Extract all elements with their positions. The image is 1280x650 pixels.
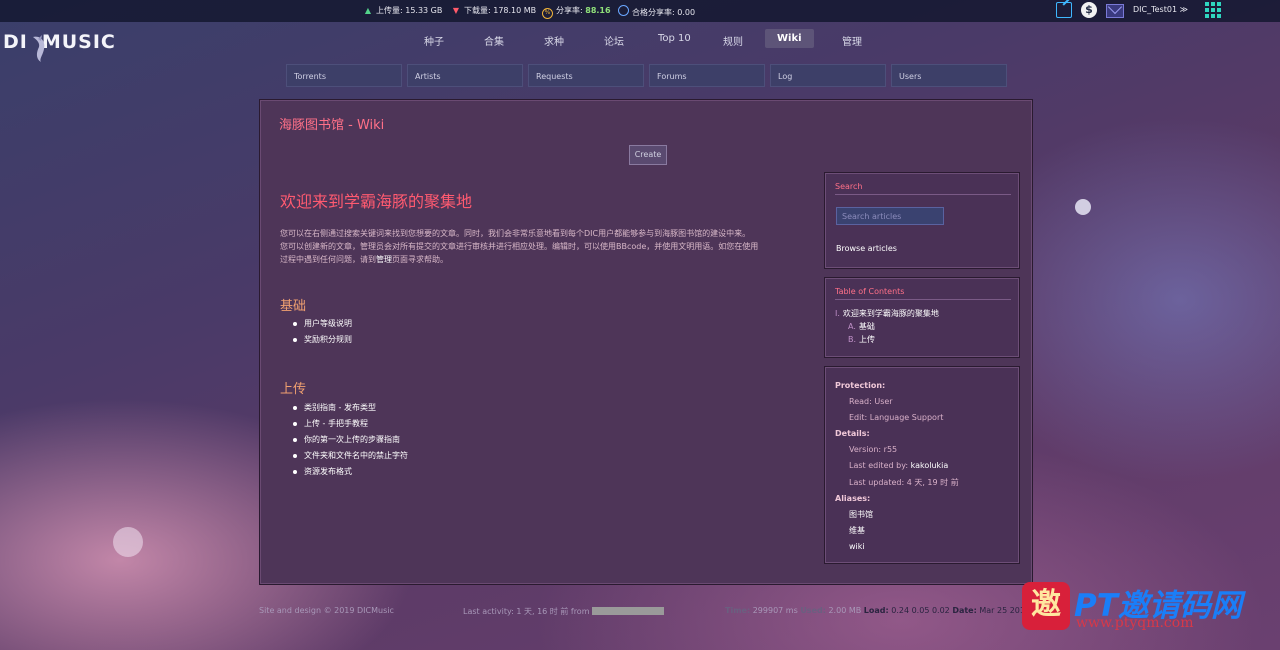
toc-link[interactable]: 基础 xyxy=(859,322,875,331)
ratio-stat: % 分享率: 88.16 xyxy=(542,5,611,19)
nav-collages[interactable]: 合集 xyxy=(484,33,504,48)
editor-user-link[interactable]: kakolukia xyxy=(911,461,949,470)
page-title: 海豚图书馆 - Wiki xyxy=(279,118,385,133)
section-heading-basics: 基础 xyxy=(280,299,307,314)
create-article-button[interactable]: Create xyxy=(629,145,667,165)
version-info: Version: r55 xyxy=(849,445,898,455)
aliases-label: Aliases: xyxy=(835,493,871,503)
article-meta: Protection: Read: User Edit: Language Su… xyxy=(835,378,959,555)
alias-item: 图书馆 xyxy=(849,509,873,519)
article-title: 欢迎来到学霸海豚的聚集地 xyxy=(280,192,473,211)
toc-title: Table of Contents xyxy=(835,287,1011,300)
nav-forums[interactable]: 论坛 xyxy=(604,33,624,48)
watermark-url: www.ptyqm.com xyxy=(1076,615,1194,631)
subnav-artists[interactable]: Artists xyxy=(407,64,523,87)
watermark-logo: 邀 PT邀请码网 www.ptyqm.com xyxy=(1022,580,1278,632)
required-ratio-icon xyxy=(618,5,629,16)
toc-box: Table of Contents I. 欢迎来到学霸海豚的聚集地 A. 基础 B.… xyxy=(824,277,1020,358)
footer-last-activity: Last activity: 1 天, 16 时 前 from xyxy=(463,606,665,617)
list-item[interactable]: 上传 - 手把手教程 xyxy=(293,416,408,432)
list-item[interactable]: 你的第一次上传的步骤指南 xyxy=(293,432,408,448)
decorative-orb xyxy=(1075,199,1091,215)
edit-permission: Edit: Language Support xyxy=(849,413,944,423)
nav-requests[interactable]: 求种 xyxy=(544,33,564,48)
site-logo[interactable]: DI MUSIC xyxy=(3,31,116,53)
toc-link[interactable]: 欢迎来到学霸海豚的聚集地 xyxy=(843,309,939,318)
details-label: Details: xyxy=(835,429,870,439)
download-arrow-icon: ▼ xyxy=(452,6,460,15)
user-menu[interactable]: DIC_Test01 ≫ xyxy=(1133,5,1188,14)
redacted-ip xyxy=(592,607,665,615)
watermark-badge: 邀 xyxy=(1022,582,1070,630)
search-box: Search Browse articles xyxy=(824,172,1020,269)
top-stats-bar: ▲ 上传量: 15.33 GB ▼ 下载量: 178.10 MB % 分享率: 88.… xyxy=(0,0,1280,22)
toc-item: B. 上传 xyxy=(848,335,876,344)
ratio-value: 88.16 xyxy=(585,6,611,15)
article-meta-box: Protection: Read: User Edit: Language Su… xyxy=(824,366,1020,564)
upload-arrow-icon: ▲ xyxy=(364,6,372,15)
last-edited-info: Last edited by: kakolukia xyxy=(849,461,949,471)
article-intro: 您可以在右侧通过搜索关键词来找到您想要的文章。同时，我们会非常乐意地看到每个DI… xyxy=(280,229,759,264)
wiki-panel: 海豚图书馆 - Wiki Create 欢迎来到学霸海豚的聚集地 您可以在右侧通… xyxy=(259,99,1033,585)
list-item[interactable]: 类别指南 - 发布类型 xyxy=(293,400,408,416)
ratio-icon: % xyxy=(542,8,553,19)
footer-copyright: Site and design © 2019 DICMusic xyxy=(259,606,394,615)
toc-list: I. 欢迎来到学霸海豚的聚集地 A. 基础 B. 上传 xyxy=(835,307,939,346)
search-articles-input[interactable] xyxy=(836,207,944,225)
list-item[interactable]: 奖励积分规则 xyxy=(293,332,352,348)
list-item[interactable]: 文件夹和文件名中的禁止字符 xyxy=(293,448,408,464)
read-permission: Read: User xyxy=(849,397,893,407)
subnav-users[interactable]: Users xyxy=(891,64,1007,87)
nav-manage[interactable]: 管理 xyxy=(842,33,862,48)
list-item[interactable]: 资源发布格式 xyxy=(293,464,408,480)
toc-item: I. 欢迎来到学霸海豚的聚集地 xyxy=(835,309,939,318)
footer-stats: Time: 299907 ms Used: 2.00 MB Load: 0.24… xyxy=(725,606,1054,615)
required-ratio-stat: 合格分享率: 0.00 xyxy=(618,5,695,18)
subnav-torrents[interactable]: Torrents xyxy=(286,64,402,87)
bonus-dollar-icon[interactable]: $ xyxy=(1081,2,1097,18)
section-list-upload: 类别指南 - 发布类型 上传 - 手把手教程 你的第一次上传的步骤指南 文件夹和… xyxy=(293,400,408,480)
dolphin-logo-icon xyxy=(33,35,45,62)
section-heading-upload: 上传 xyxy=(280,382,307,397)
nav-wiki[interactable]: Wiki xyxy=(765,29,814,48)
inbox-mail-icon[interactable] xyxy=(1106,4,1124,18)
manage-link[interactable]: 管理 xyxy=(376,255,392,264)
alias-item: wiki xyxy=(849,541,865,551)
nav-top10[interactable]: Top 10 xyxy=(658,33,691,44)
last-updated-info: Last updated: 4 天, 19 时 前 xyxy=(849,477,959,487)
subnav-log[interactable]: Log xyxy=(770,64,886,87)
toc-item: A. 基础 xyxy=(848,322,875,331)
decorative-orb xyxy=(113,527,143,557)
list-item[interactable]: 用户等级说明 xyxy=(293,316,352,332)
upload-stat: ▲ 上传量: 15.33 GB xyxy=(364,6,443,15)
toc-link[interactable]: 上传 xyxy=(859,335,875,344)
nav-torrents[interactable]: 种子 xyxy=(424,33,444,48)
subnav-forums[interactable]: Forums xyxy=(649,64,765,87)
external-link-icon[interactable] xyxy=(1056,2,1072,18)
section-list-basics: 用户等级说明 奖励积分规则 xyxy=(293,316,352,348)
apps-grid-icon[interactable] xyxy=(1205,2,1221,18)
search-box-title: Search xyxy=(835,182,1011,195)
alias-item: 维基 xyxy=(849,525,865,535)
browse-articles-link[interactable]: Browse articles xyxy=(836,244,897,253)
subnav-requests[interactable]: Requests xyxy=(528,64,644,87)
download-stat: ▼ 下载量: 178.10 MB xyxy=(452,6,537,15)
nav-rules[interactable]: 规则 xyxy=(723,33,743,48)
protection-label: Protection: xyxy=(835,381,886,390)
